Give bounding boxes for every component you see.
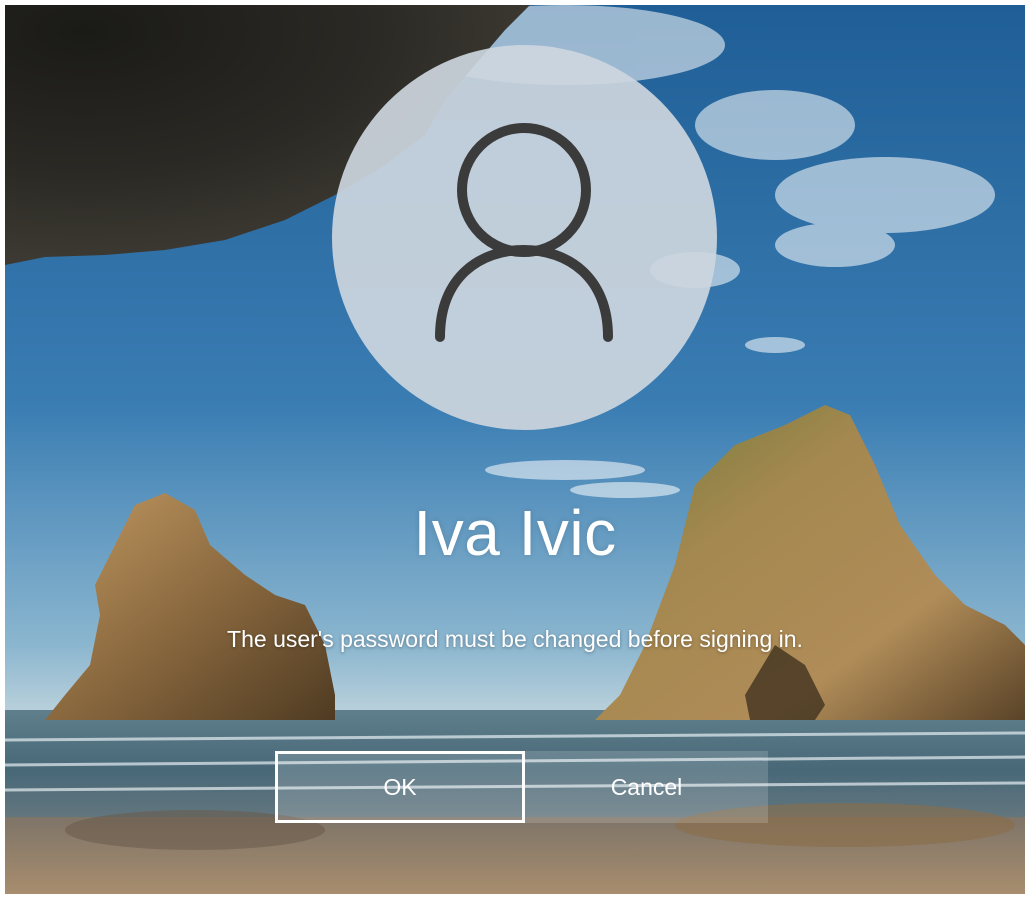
status-message: The user's password must be changed befo… (227, 626, 803, 652)
user-avatar (332, 45, 717, 430)
lock-screen: Iva Ivic The user's password must be cha… (5, 5, 1025, 894)
user-silhouette-icon (435, 123, 613, 342)
cancel-button[interactable]: Cancel (525, 751, 768, 823)
ok-button[interactable]: OK (275, 751, 525, 823)
user-name: Iva Ivic (413, 497, 617, 569)
